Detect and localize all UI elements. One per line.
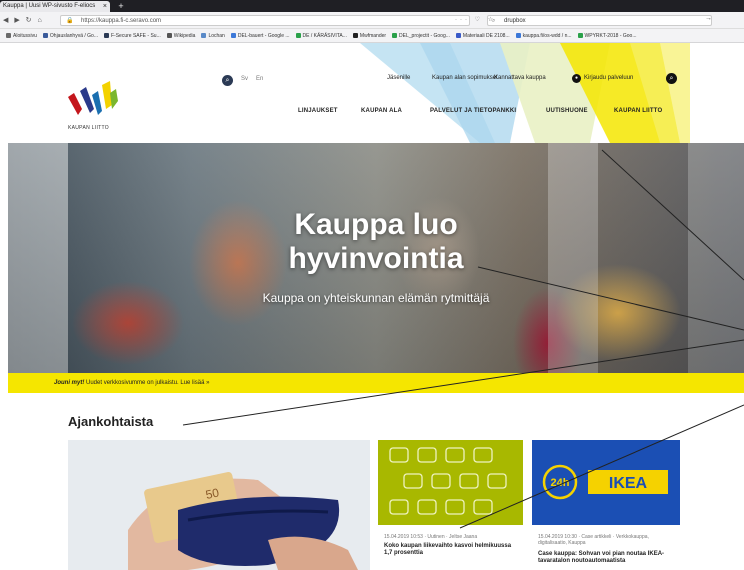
news-card-meta: 15.04.2019 10:30 · Case artikkeli · Verk…: [538, 534, 649, 546]
bookmark-label: WPYRKT-2018 - Goo...: [584, 33, 637, 39]
browser-tab-bar: Kauppa | Uusi WP-sivusto F-eliocs × +: [0, 0, 744, 12]
header-decoration: [360, 43, 690, 143]
util-link-sopimukset[interactable]: Kaupan alan sopimukset: [432, 75, 498, 81]
login-label: Kirjaudu palveluun: [584, 75, 634, 81]
news-card-title[interactable]: Case kauppa: Sohvan voi pian noutaa IKEA…: [538, 551, 678, 565]
new-tab-button[interactable]: +: [115, 0, 127, 12]
bookmark-favicon-icon: [352, 33, 358, 38]
bookmark-item[interactable]: WPYRKT-2018 - Goo...: [577, 29, 637, 42]
bookmark-favicon-icon: [392, 33, 398, 38]
util-link-jasenille[interactable]: Jäsenille: [387, 75, 410, 81]
lang-sv-link[interactable]: Sv: [241, 76, 248, 82]
bookmarks-bar: Aloitussivu Ohjauslanhyvä / Go... F-Secure…: [0, 29, 744, 43]
bookmark-label: DEL-bauert - Google ...: [237, 33, 290, 39]
hero-banner: Kauppa luo hyvinvointia Kauppa on yhteis…: [8, 143, 744, 373]
login-button[interactable]: ● Kirjaudu palveluun: [572, 74, 633, 83]
bookmark-label: Ohjauslanhyvä / Go...: [49, 33, 98, 39]
address-bar[interactable]: 🔒 https://kauppa.fi-c.seravo.com: [60, 15, 470, 26]
bookmark-item[interactable]: DEL-bauert - Google ...: [230, 29, 290, 42]
browser-search-input[interactable]: ⌕ drupbox: [487, 15, 712, 26]
nav-arrows-icon[interactable]: ◀ ▶ ↻ ⌂: [3, 16, 44, 24]
hero-title-line1: Kauppa luo: [294, 208, 458, 241]
news-card-image-chat[interactable]: [378, 440, 523, 525]
bookmark-item[interactable]: F-Secure SAFE - Su...: [104, 29, 161, 42]
page-actions-icon[interactable]: ··· ♡ ☆: [455, 16, 496, 23]
bookmark-label: F-Secure SAFE - Su...: [111, 33, 161, 39]
wallet-image: 50: [68, 440, 370, 570]
hero-title-line2: hyvinvointia: [288, 242, 464, 275]
url-text: https://kauppa.fi-c.seravo.com: [81, 18, 162, 24]
browser-tab-title: Kauppa | Uusi WP-sivusto F-eliocs: [3, 3, 96, 9]
bookmark-item[interactable]: Lochan: [201, 29, 225, 42]
lang-en-link[interactable]: En: [256, 76, 263, 82]
bookmark-favicon-icon: [201, 33, 207, 38]
bookmark-item[interactable]: Aloitussivu: [6, 29, 37, 42]
bookmark-item[interactable]: Mwfmander: [352, 29, 387, 42]
lock-icon: 🔒: [66, 18, 74, 24]
ikea-24h-image: 24h IKEA: [542, 464, 668, 500]
bookmark-favicon-icon: [515, 33, 521, 38]
news-card-meta: 15.04.2019 10:53 · Uutinen · Jeltse Jaan…: [384, 534, 478, 540]
logo-text: KAUPAN LIITTO: [68, 125, 109, 131]
tab-close-icon[interactable]: ×: [103, 1, 107, 12]
notice-bar[interactable]: Jouni myt! Uudet verkkosivumme on julkai…: [8, 373, 744, 393]
news-card-title[interactable]: Koko kaupan liikevaihto kasvoi helmikuus…: [384, 543, 516, 557]
bookmark-favicon-icon: [6, 33, 11, 38]
nav-uutishuone[interactable]: UUTISHUONE: [546, 108, 588, 114]
news-card-image-ikea[interactable]: 24h IKEA: [532, 440, 680, 525]
bookmark-label: Materiaali DE 2108...: [462, 33, 510, 39]
nav-linjaukset[interactable]: LINJAUKSET: [298, 108, 338, 114]
hero-title: Kauppa luo hyvinvointia: [8, 208, 744, 276]
browser-toolbar: ◀ ▶ ↻ ⌂ 🔒 https://kauppa.fi-c.seravo.com…: [0, 12, 744, 29]
bookmark-favicon-icon: [577, 33, 583, 38]
header-search-icon[interactable]: ⌕: [666, 73, 677, 84]
screenshot-root: Kauppa | Uusi WP-sivusto F-eliocs × + ◀ …: [0, 0, 744, 570]
util-link-kannattava[interactable]: Kannattava kauppa: [494, 75, 546, 81]
ikea-logo-text: IKEA: [609, 475, 648, 492]
bookmark-label: Wikipedia: [173, 33, 196, 39]
nav-kaupan-ala[interactable]: KAUPAN ALA: [361, 108, 402, 114]
chat-bubbles-icon: [389, 447, 507, 515]
nav-kaupan-liitto[interactable]: KAUPAN LIITTO: [614, 108, 662, 114]
notice-bold: Jouni myt!: [54, 380, 85, 386]
bookmark-item[interactable]: kauppa.fi/os-wdd / n...: [515, 29, 572, 42]
bookmark-favicon-icon: [166, 33, 172, 38]
bookmark-favicon-icon: [455, 33, 461, 38]
browser-search-value: drupbox: [504, 18, 526, 24]
bookmark-favicon-icon: [104, 33, 109, 38]
bookmark-label: Lochan: [208, 33, 225, 39]
news-heading: Ajankohtaista: [68, 414, 154, 429]
hero-subtitle: Kauppa on yhteiskunnan elämän rytmittäjä: [262, 291, 490, 305]
bookmark-label: Mwfmander: [359, 33, 387, 39]
site-search-icon[interactable]: ⌕: [222, 75, 233, 86]
bookmark-label: kauppa.fi/os-wdd / n...: [522, 33, 572, 39]
bookmark-item[interactable]: Ohjauslanhyvä / Go...: [42, 29, 98, 42]
bookmark-label: Aloitussivu: [13, 33, 37, 39]
badge-24h: 24h: [551, 477, 570, 489]
site-header: KAUPAN LIITTO ⌕ Sv En Jäsenille Kaupan a…: [0, 43, 744, 143]
go-arrow-icon[interactable]: →: [705, 15, 712, 22]
browser-tab[interactable]: Kauppa | Uusi WP-sivusto F-eliocs ×: [0, 1, 110, 12]
news-card-featured-image[interactable]: 50: [68, 440, 370, 570]
bookmark-item[interactable]: Materiaali DE 2108...: [455, 29, 510, 42]
kaupan-liitto-logo[interactable]: [66, 79, 126, 129]
bookmark-item[interactable]: Wikipedia: [166, 29, 196, 42]
nav-palvelut[interactable]: PALVELUT JA TIETOPANKKI: [430, 108, 516, 114]
bookmark-favicon-icon: [42, 33, 48, 38]
bookmark-label: DEL_projectit - Goog...: [399, 33, 450, 39]
user-icon: ●: [572, 74, 581, 83]
bookmark-item[interactable]: DEL_projectit - Goog...: [392, 29, 450, 42]
bookmark-item[interactable]: DE / KÄRÄSIVITA...: [295, 29, 347, 42]
bookmark-favicon-icon: [295, 33, 301, 38]
bookmark-favicon-icon: [230, 33, 236, 38]
bookmark-label: DE / KÄRÄSIVITA...: [302, 33, 347, 39]
notice-text[interactable]: Uudet verkkosivumme on julkaistu. Lue li…: [86, 380, 209, 386]
